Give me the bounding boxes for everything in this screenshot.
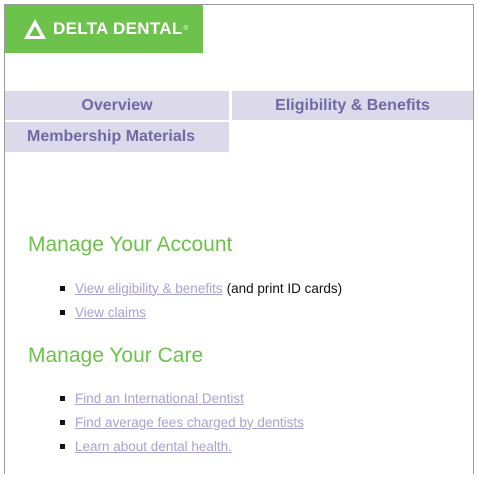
- view-eligibility-link[interactable]: View eligibility & benefits: [75, 281, 223, 296]
- bullet-icon: [60, 419, 65, 425]
- list-item: Find average fees charged by dentists: [60, 410, 304, 434]
- brand-name: DELTA DENTAL: [53, 19, 183, 38]
- bullet-icon: [60, 395, 65, 401]
- list-item: View claims: [60, 300, 342, 324]
- bullet-icon: [60, 309, 65, 315]
- view-claims-link[interactable]: View claims: [75, 305, 146, 320]
- print-id-cards-note: (and print ID cards): [226, 280, 343, 296]
- brand-header[interactable]: DELTA DENTAL ®: [5, 5, 203, 53]
- tab-eligibility-benefits[interactable]: Eligibility & Benefits: [232, 91, 473, 120]
- bullet-icon: [60, 285, 65, 291]
- find-international-dentist-link[interactable]: Find an International Dentist: [75, 391, 244, 406]
- tab-overview[interactable]: Overview: [5, 91, 229, 120]
- list-item: Learn about dental health.: [60, 434, 304, 458]
- manage-account-heading: Manage Your Account: [28, 233, 233, 256]
- bullet-icon: [60, 443, 65, 449]
- tab-membership-materials[interactable]: Membership Materials: [5, 122, 229, 152]
- account-links-list: View eligibility & benefits (and print I…: [60, 276, 342, 324]
- find-average-fees-link[interactable]: Find average fees charged by dentists: [75, 415, 304, 430]
- delta-triangle-icon: [24, 19, 46, 39]
- list-item: View eligibility & benefits (and print I…: [60, 276, 342, 300]
- manage-care-heading: Manage Your Care: [28, 344, 204, 367]
- care-links-list: Find an International Dentist Find avera…: [60, 386, 304, 458]
- list-item: Find an International Dentist: [60, 386, 304, 410]
- learn-dental-health-link[interactable]: Learn about dental health.: [75, 439, 232, 454]
- registered-mark: ®: [183, 26, 188, 32]
